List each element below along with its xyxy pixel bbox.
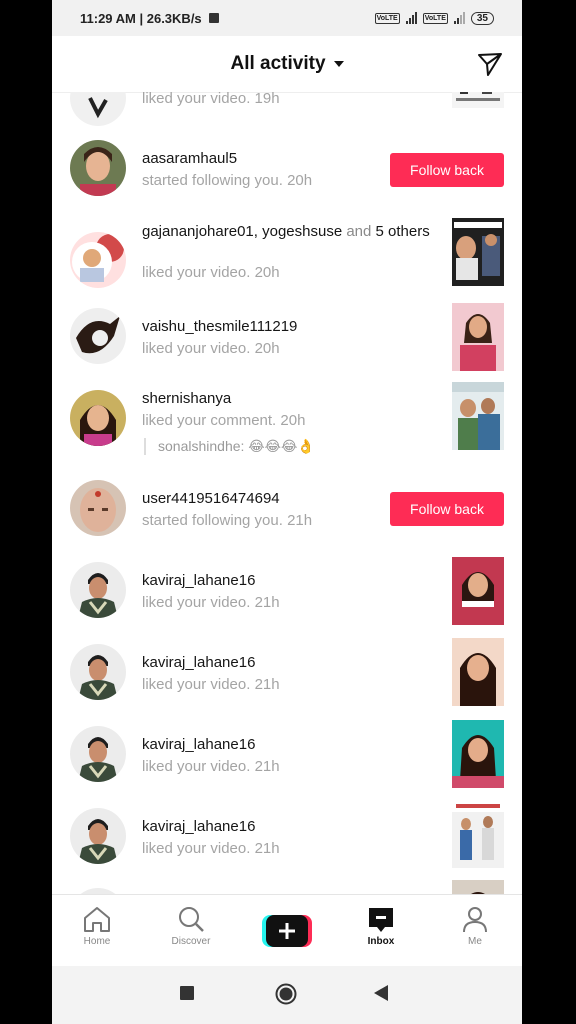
activity-text: liked your video. 20h xyxy=(142,264,280,281)
username[interactable]: kaviraj_lahane16 xyxy=(142,818,255,835)
avatar[interactable] xyxy=(70,726,126,782)
avatar[interactable] xyxy=(70,390,126,446)
status-time-speed: 11:29 AM | 26.3KB/s xyxy=(80,10,202,26)
video-thumbnail[interactable] xyxy=(452,720,504,788)
activity-text: liked your video. 21h xyxy=(142,840,280,857)
battery-icon: 35 xyxy=(470,11,494,25)
avatar[interactable] xyxy=(70,562,126,618)
inbox-icon xyxy=(369,908,393,932)
activity-filter-dropdown[interactable]: All activity xyxy=(230,53,344,75)
activity-text: liked your comment. 20h xyxy=(142,412,306,429)
activity-text: started following you. 21h xyxy=(142,512,313,529)
signal-icon xyxy=(405,12,417,24)
page-title: All activity xyxy=(230,53,326,74)
nav-inbox-label: Inbox xyxy=(367,936,395,947)
nav-me[interactable]: Me xyxy=(440,905,510,947)
username[interactable]: kaviraj_lahane16 xyxy=(142,572,255,589)
activity-text: liked your video. 19h xyxy=(142,92,280,107)
back-icon[interactable] xyxy=(374,985,388,1001)
activity-feed[interactable]: liked your video. 19h aasaramhaul5 start… xyxy=(52,92,522,894)
activity-text: liked your video. 21h xyxy=(142,594,280,611)
video-thumbnail[interactable] xyxy=(452,382,504,450)
nav-discover[interactable]: Discover xyxy=(156,905,226,947)
username[interactable]: user4419516474694 xyxy=(142,490,280,507)
username[interactable]: kaviraj_lahane16 xyxy=(142,736,255,753)
circle-icon[interactable] xyxy=(275,983,297,1005)
status-bar: 11:29 AM | 26.3KB/s VoLTE VoLTE 35 xyxy=(52,0,522,36)
nav-inbox[interactable]: Inbox xyxy=(346,905,416,947)
home-icon xyxy=(84,907,110,932)
avatar[interactable] xyxy=(70,92,126,126)
avatar[interactable] xyxy=(70,232,126,288)
caret-down-icon xyxy=(333,61,344,67)
send-icon[interactable] xyxy=(476,50,504,78)
video-thumbnail[interactable] xyxy=(452,800,504,868)
video-thumbnail[interactable] xyxy=(452,218,504,286)
avatar[interactable] xyxy=(70,808,126,864)
video-thumbnail[interactable] xyxy=(452,557,504,625)
activity-text: started following you. 20h xyxy=(142,172,313,189)
volte-icon: VoLTE xyxy=(374,12,400,24)
video-thumbnail[interactable] xyxy=(452,880,504,894)
username[interactable]: aasaramhaul5 xyxy=(142,150,237,167)
avatar[interactable] xyxy=(70,308,126,364)
bottom-navigation: Home Discover Inbox Me xyxy=(52,894,522,967)
signal-icon-2 xyxy=(453,12,465,24)
nav-home[interactable]: Home xyxy=(62,905,132,947)
follow-back-button[interactable]: Follow back xyxy=(390,492,504,526)
nav-home-label: Home xyxy=(83,936,111,947)
volte-icon-2: VoLTE xyxy=(422,12,448,24)
phone-screen: 11:29 AM | 26.3KB/s VoLTE VoLTE 35 All a… xyxy=(52,0,522,1024)
system-navigation-bar xyxy=(52,966,522,1024)
avatar[interactable] xyxy=(70,480,126,536)
nav-discover-label: Discover xyxy=(171,936,211,947)
sim-icon xyxy=(208,13,219,23)
me-icon xyxy=(463,907,487,933)
avatar[interactable] xyxy=(70,644,126,700)
video-thumbnail[interactable] xyxy=(452,303,504,371)
username[interactable]: shernishanya xyxy=(142,390,231,407)
activity-text: liked your video. 20h xyxy=(142,340,280,357)
video-thumbnail[interactable] xyxy=(452,92,504,108)
create-icon[interactable] xyxy=(262,915,312,947)
username[interactable]: kaviraj_lahane16 xyxy=(142,654,255,671)
comment-reply-text: sonalshindhe: 😂😂😂👌 xyxy=(144,438,315,455)
nav-me-label: Me xyxy=(468,936,482,947)
app-header: All activity xyxy=(52,36,522,93)
follow-back-button[interactable]: Follow back xyxy=(390,153,504,187)
avatar[interactable] xyxy=(70,140,126,196)
activity-text: liked your video. 21h xyxy=(142,676,280,693)
video-thumbnail[interactable] xyxy=(452,638,504,706)
square-icon[interactable] xyxy=(180,986,194,1000)
username[interactable]: vaishu_thesmile111219 xyxy=(142,318,297,335)
activity-names[interactable]: gajananjohare01, yogeshsuse and 5 others xyxy=(142,222,432,242)
discover-icon xyxy=(179,907,204,932)
activity-text: liked your video. 21h xyxy=(142,758,280,775)
